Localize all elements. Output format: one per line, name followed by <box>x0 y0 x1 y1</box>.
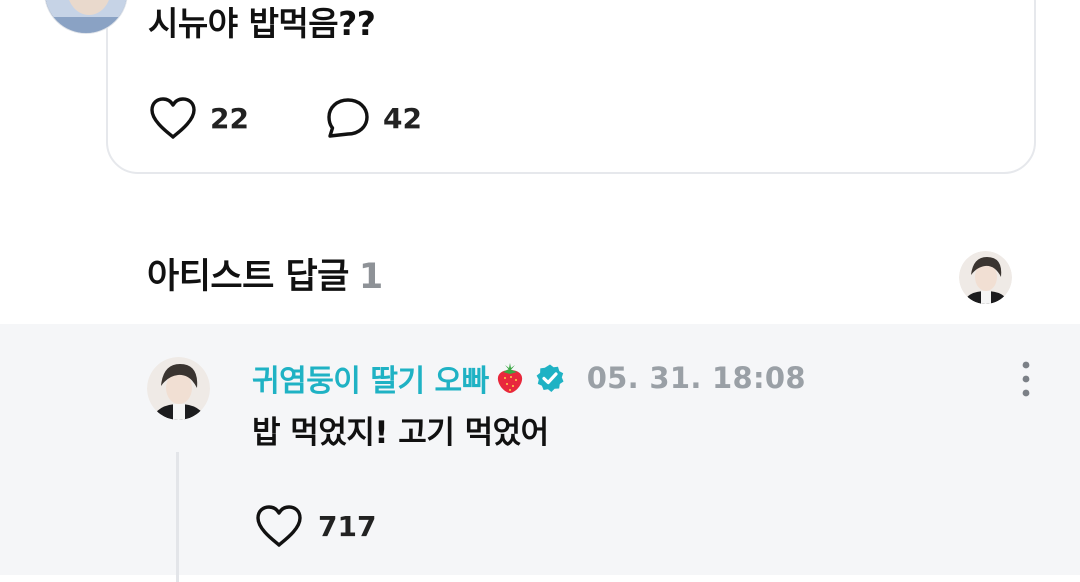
more-vertical-icon[interactable] <box>1014 360 1038 398</box>
post-comment-count: 42 <box>382 101 422 135</box>
post-comment-button[interactable]: 42 <box>325 96 422 140</box>
strawberry-icon <box>497 363 522 393</box>
artist-reply: 귀염둥이 딸기 오빠 05. 31. 18:08 밥 먹었지! 고기 먹었어 7… <box>0 324 1080 582</box>
post-actions: 22 42 <box>148 96 422 140</box>
comment-bubble-icon <box>327 98 369 138</box>
reply-header: 귀염둥이 딸기 오빠 05. 31. 18:08 <box>252 356 806 400</box>
section-title: 아티스트 답글 <box>147 257 349 297</box>
thread-line <box>176 452 179 582</box>
heart-icon <box>256 505 302 547</box>
reply-text: 밥 먹었지! 고기 먹었어 <box>252 415 549 451</box>
verified-badge-icon <box>536 364 564 392</box>
post-like-button[interactable]: 22 <box>148 96 249 140</box>
reply-like-button[interactable]: 717 <box>254 504 376 548</box>
artist-avatar-small[interactable] <box>959 251 1012 304</box>
section-count: 1 <box>358 257 383 297</box>
reply-like-count: 717 <box>318 509 377 543</box>
artist-replies-header: 아티스트 답글 1 <box>147 254 383 300</box>
heart-icon <box>150 97 196 139</box>
post-like-count: 22 <box>210 101 249 135</box>
reply-author-name[interactable]: 귀염둥이 딸기 오빠 <box>252 356 489 400</box>
post-text: 시뉴야 밥먹음?? <box>148 4 376 43</box>
reply-author-avatar[interactable] <box>147 357 210 420</box>
reply-timestamp: 05. 31. 18:08 <box>586 361 806 395</box>
